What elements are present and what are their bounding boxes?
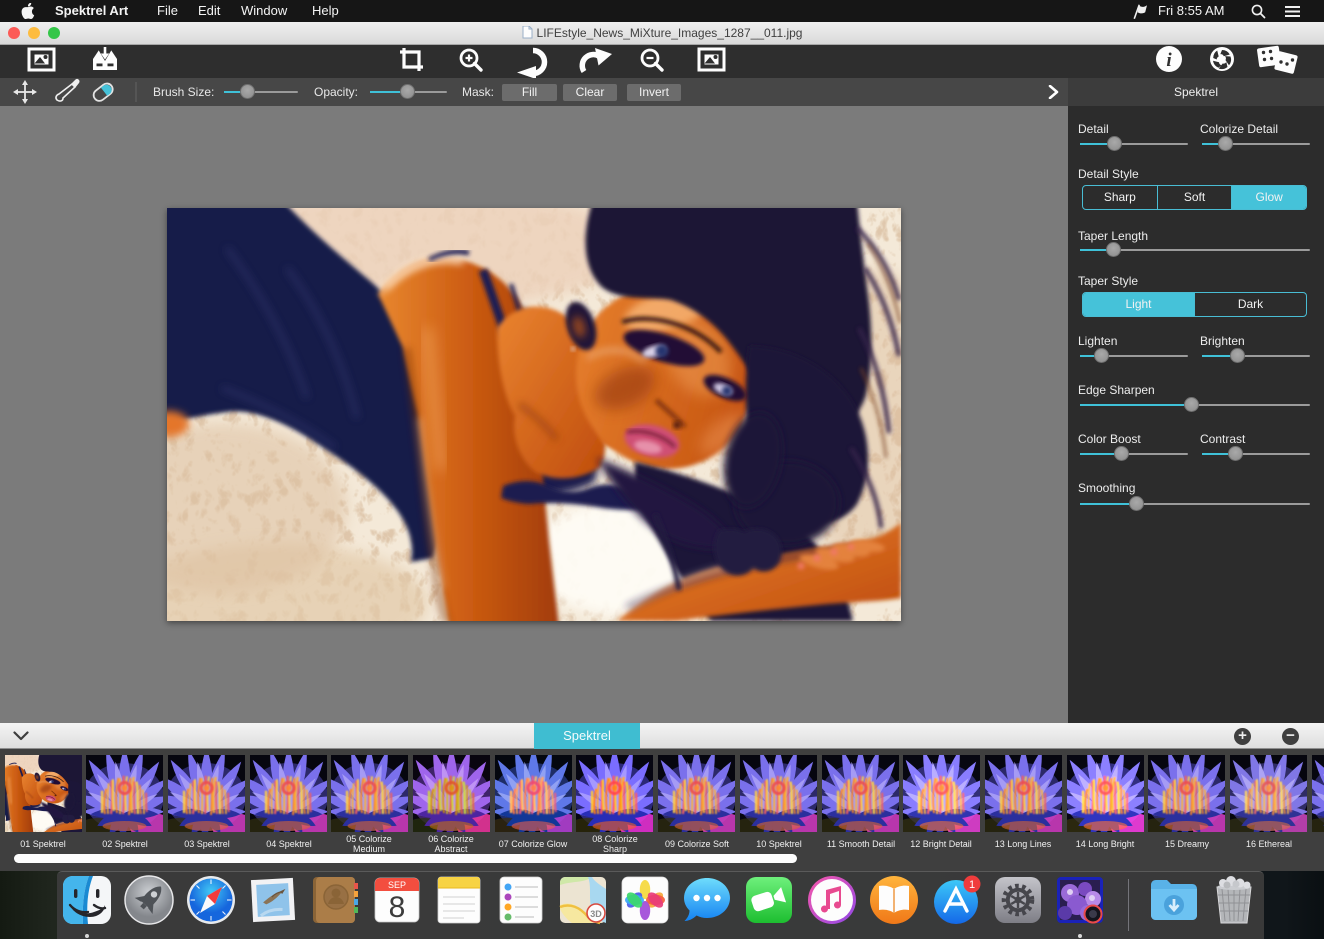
svg-text:1: 1 <box>969 879 975 891</box>
svg-text:8: 8 <box>389 891 406 924</box>
svg-text:3D: 3D <box>590 909 602 919</box>
svg-text:i: i <box>1166 50 1172 71</box>
svg-text:SEP: SEP <box>388 880 406 890</box>
